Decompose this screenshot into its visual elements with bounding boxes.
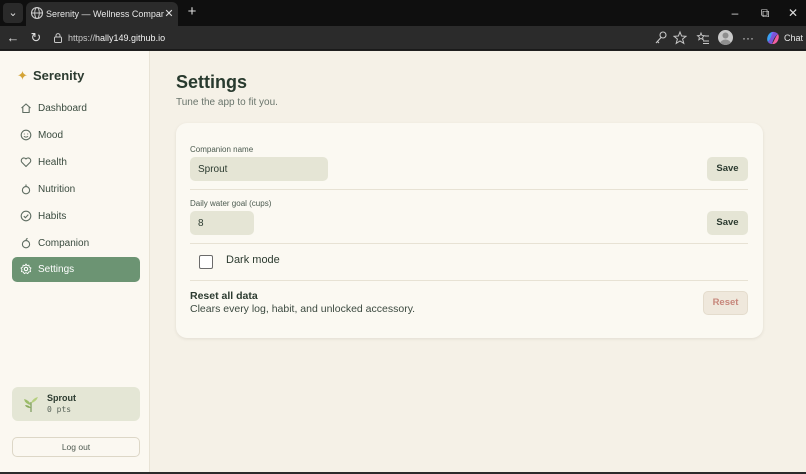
tab-title: Serenity — Wellness Companion [46, 9, 164, 19]
app-root: ✦ Serenity Dashboard Mood Health Nutriti… [0, 51, 806, 472]
refresh-icon[interactable]: ↻ [26, 28, 46, 48]
dark-mode-label[interactable]: Dark mode [226, 254, 280, 266]
main-content: Settings Tune the app to fit you. Compan… [151, 51, 806, 472]
sprout-avatar-icon [24, 397, 38, 412]
favorites-list-icon[interactable] [696, 30, 710, 46]
lock-icon [54, 33, 62, 43]
page-title: Settings [176, 72, 248, 92]
sidebar-item-nutrition[interactable]: Nutrition [12, 177, 140, 202]
reset-description: Clears every log, habit, and unlocked ac… [190, 303, 416, 315]
sparkle-icon: ✦ [17, 68, 28, 83]
sidebar-item-habits[interactable]: Habits [12, 204, 140, 229]
save-companion-name-button[interactable]: Save [707, 157, 748, 181]
sidebar-item-label: Dashboard [38, 103, 87, 114]
apple-icon [21, 184, 31, 195]
save-water-goal-button[interactable]: Save [707, 211, 748, 235]
globe-icon [30, 6, 44, 20]
companion-name: Sprout [47, 393, 76, 403]
tab-list-chevron-icon[interactable]: ⌄ [3, 3, 23, 23]
star-favorite-icon[interactable] [673, 30, 687, 46]
check-circle-icon [20, 210, 32, 222]
sidebar-item-label: Mood [38, 130, 64, 141]
sidebar-item-dashboard[interactable]: Dashboard [12, 96, 140, 121]
back-arrow-icon[interactable]: ← [3, 28, 23, 48]
sidebar-item-label: Nutrition [38, 184, 76, 195]
companion-name-input[interactable] [190, 157, 328, 181]
companion-profile-card[interactable]: Sprout 0 pts [12, 387, 140, 421]
url-host: hally149.github.io [95, 33, 166, 43]
sprout-icon [21, 237, 31, 249]
profile-avatar-icon[interactable] [718, 30, 733, 45]
page-subtitle: Tune the app to fit you. [176, 97, 278, 108]
sidebar-item-mood[interactable]: Mood [12, 123, 140, 148]
url-text: https://hally149.github.io [68, 28, 165, 48]
sidebar-item-label: Companion [38, 238, 90, 249]
reset-button[interactable]: Reset [703, 291, 748, 315]
minimize-icon[interactable]: – [720, 0, 750, 26]
water-goal-input[interactable] [190, 211, 254, 235]
brand-name: Serenity [33, 68, 85, 83]
copilot-icon[interactable] [765, 30, 781, 46]
smile-icon [20, 129, 32, 141]
sidebar-item-companion[interactable]: Companion [12, 231, 140, 256]
sidebar-item-health[interactable]: Health [12, 150, 140, 175]
divider [190, 189, 748, 190]
sidebar-item-label: Health [38, 157, 67, 168]
close-window-icon[interactable]: ✕ [778, 0, 806, 26]
dark-mode-checkbox[interactable] [199, 255, 213, 269]
gear-icon [20, 263, 32, 275]
divider [190, 243, 748, 244]
sidebar: ✦ Serenity Dashboard Mood Health Nutriti… [0, 51, 150, 472]
sidebar-item-settings[interactable]: Settings [12, 257, 140, 282]
companion-points: 0 pts [47, 405, 72, 414]
settings-card: Companion name Save Daily water goal (cu… [176, 123, 763, 338]
browser-tab-bar: ⌄ Serenity — Wellness Companion ✕ + – ⧉ … [0, 0, 806, 26]
sidebar-item-label: Habits [38, 211, 67, 222]
water-goal-label: Daily water goal (cups) [190, 199, 272, 208]
divider [190, 280, 748, 281]
new-tab-plus-icon[interactable]: + [183, 2, 201, 22]
tab-close-icon[interactable]: ✕ [163, 2, 175, 26]
restore-icon[interactable]: ⧉ [750, 0, 780, 26]
chat-label[interactable]: Chat [784, 28, 803, 48]
url-field[interactable]: https://hally149.github.io [48, 28, 690, 48]
url-scheme: https:// [68, 33, 96, 43]
browser-address-bar: ← ↻ https://hally149.github.io ··· Chat [0, 26, 806, 50]
key-icon[interactable] [654, 30, 668, 46]
reset-title: Reset all data [190, 290, 258, 302]
home-icon [21, 103, 31, 114]
more-options-icon[interactable]: ··· [741, 28, 755, 48]
sidebar-item-label: Settings [38, 264, 75, 275]
browser-tab[interactable]: Serenity — Wellness Companion ✕ [26, 2, 178, 26]
heart-icon [20, 157, 32, 168]
companion-name-label: Companion name [190, 145, 254, 154]
logout-button[interactable]: Log out [12, 437, 140, 457]
